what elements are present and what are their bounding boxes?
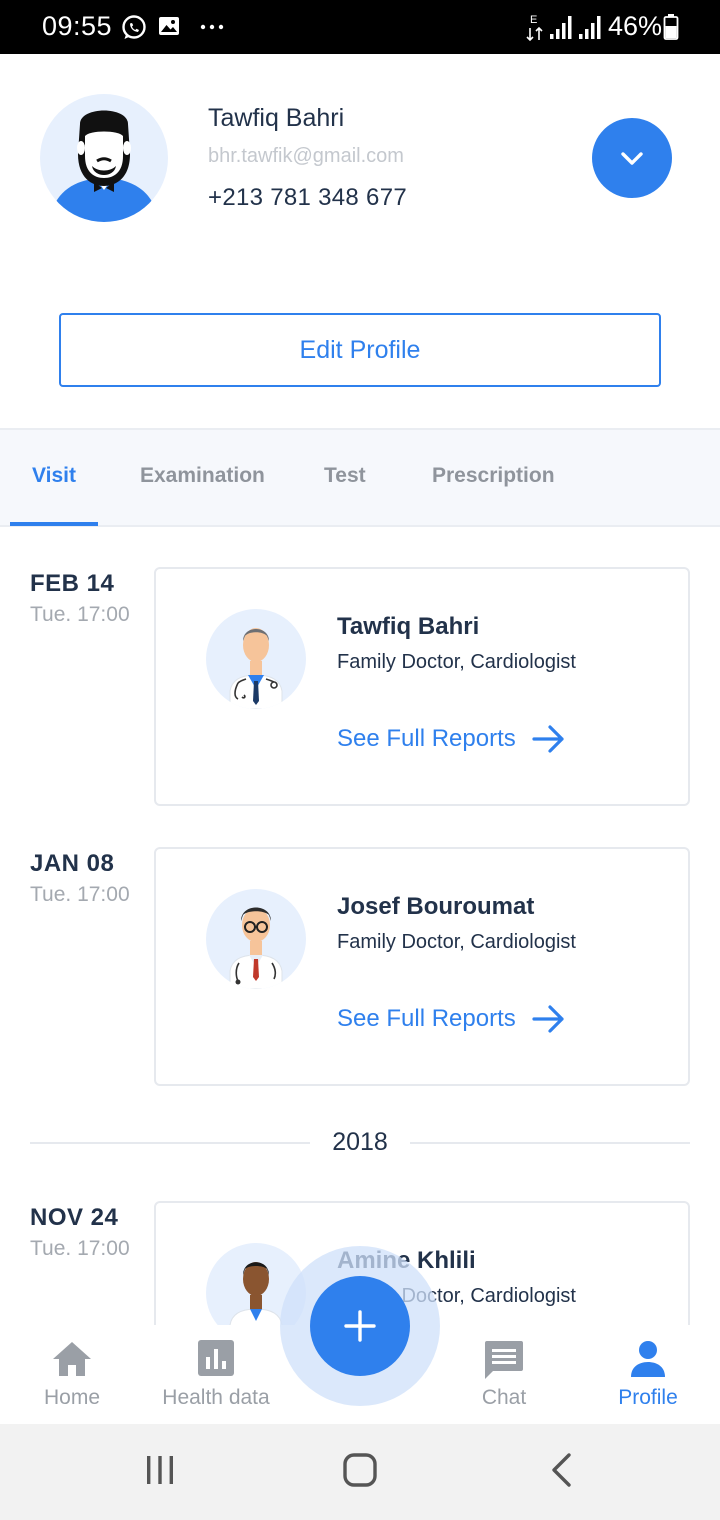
nav-health-data[interactable]: Health data bbox=[144, 1325, 288, 1424]
doctor-avatar-icon bbox=[229, 628, 283, 709]
visit-time: Tue. 17:00 bbox=[30, 1237, 130, 1260]
doctor-avatar bbox=[206, 889, 306, 989]
battery-percent: 46% bbox=[608, 11, 663, 41]
recent-apps-icon[interactable] bbox=[143, 1452, 177, 1488]
chevron-down-icon bbox=[621, 152, 643, 165]
tab-prescription[interactable]: Prescription bbox=[432, 464, 555, 488]
year-divider: 2018 bbox=[30, 1128, 690, 1160]
chat-icon bbox=[485, 1341, 523, 1379]
svg-text:E: E bbox=[530, 14, 537, 26]
person-icon bbox=[631, 1341, 665, 1377]
data-e-icon: E bbox=[526, 14, 543, 42]
tab-examination[interactable]: Examination bbox=[140, 464, 265, 488]
nav-chat-label: Chat bbox=[481, 1386, 527, 1409]
doctor-name: Josef Bouroumat bbox=[337, 893, 535, 920]
edit-profile-button[interactable]: Edit Profile bbox=[59, 313, 661, 387]
plus-icon bbox=[344, 1310, 376, 1342]
active-tab-indicator bbox=[10, 522, 98, 526]
nav-home-label: Home bbox=[43, 1386, 101, 1409]
home-button-icon[interactable] bbox=[342, 1452, 378, 1488]
year-label: 2018 bbox=[332, 1128, 388, 1156]
visit-time: Tue. 17:00 bbox=[30, 883, 130, 906]
system-navigation-bar bbox=[0, 1424, 720, 1520]
battery-icon bbox=[663, 14, 679, 40]
see-full-reports-label: See Full Reports bbox=[337, 1005, 516, 1032]
gallery-icon bbox=[159, 17, 179, 35]
screen: 09:55 E 46% Tawfiq Bahri bhr.tawfik@gmai… bbox=[0, 0, 720, 1520]
tab-test[interactable]: Test bbox=[324, 464, 366, 488]
home-icon bbox=[53, 1342, 91, 1376]
doctor-avatar-icon bbox=[229, 907, 283, 989]
doctor-specialty: Family Doctor, Cardiologist bbox=[337, 931, 576, 953]
chart-icon bbox=[198, 1340, 234, 1376]
user-phone: +213 781 348 677 bbox=[208, 184, 407, 211]
doctor-name: Tawfiq Bahri bbox=[337, 613, 480, 640]
visit-card[interactable]: Josef Bouroumat Family Doctor, Cardiolog… bbox=[154, 847, 690, 1086]
nav-chat[interactable]: Chat bbox=[432, 1325, 576, 1424]
visit-date: JAN 08 bbox=[30, 850, 115, 877]
record-tabs: Visit Examination Test Prescription bbox=[0, 428, 720, 527]
visit-card[interactable]: Tawfiq Bahri Family Doctor, Cardiologist… bbox=[154, 567, 690, 806]
see-full-reports-label: See Full Reports bbox=[337, 725, 516, 752]
tab-visit[interactable]: Visit bbox=[32, 464, 76, 488]
expand-profile-button[interactable] bbox=[592, 118, 672, 198]
signal-icon bbox=[579, 16, 601, 39]
status-bar: 09:55 E 46% bbox=[0, 0, 720, 54]
status-time: 09:55 bbox=[42, 11, 113, 41]
more-icon bbox=[200, 24, 224, 30]
see-full-reports-link[interactable]: See Full Reports bbox=[337, 724, 566, 754]
see-full-reports-link[interactable]: See Full Reports bbox=[337, 1004, 566, 1034]
user-avatar[interactable] bbox=[40, 94, 168, 222]
arrow-right-icon bbox=[532, 725, 564, 753]
user-name: Tawfiq Bahri bbox=[208, 104, 345, 132]
add-button[interactable] bbox=[310, 1276, 410, 1376]
signal-icon bbox=[550, 16, 572, 39]
visit-date: NOV 24 bbox=[30, 1204, 119, 1231]
nav-profile[interactable]: Profile bbox=[576, 1325, 720, 1424]
arrow-right-icon bbox=[532, 1005, 564, 1033]
user-avatar-icon bbox=[54, 110, 154, 222]
doctor-avatar bbox=[206, 609, 306, 709]
visit-date: FEB 14 bbox=[30, 570, 115, 597]
nav-health-data-label: Health data bbox=[162, 1386, 270, 1409]
nav-profile-label: Profile bbox=[618, 1386, 678, 1409]
whatsapp-icon bbox=[122, 15, 146, 39]
visit-time: Tue. 17:00 bbox=[30, 603, 130, 626]
nav-home[interactable]: Home bbox=[0, 1325, 144, 1424]
user-email: bhr.tawfik@gmail.com bbox=[208, 145, 404, 167]
doctor-specialty: Family Doctor, Cardiologist bbox=[337, 651, 576, 673]
back-icon[interactable] bbox=[548, 1452, 576, 1488]
